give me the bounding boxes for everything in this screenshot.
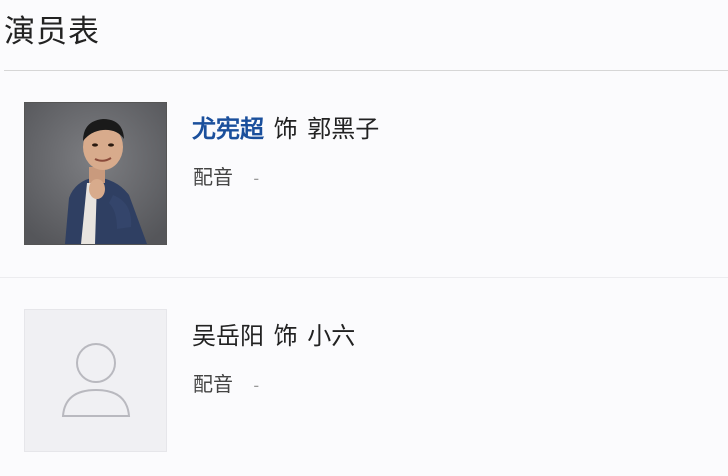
cast-list: 尤宪超 饰 郭黑子 配音 - 吴岳阳 饰 小六 配音 - <box>0 71 728 476</box>
actor-photo-icon <box>25 103 166 244</box>
dub-label: 配音 <box>193 372 233 396</box>
cast-list-page: 演员表 尤宪超 饰 郭黑子 配音 - 吴岳阳 饰 小六 配音 - <box>0 0 728 476</box>
character-name: 小六 <box>307 322 356 350</box>
dub-value: - <box>253 169 260 188</box>
actor-name[interactable]: 吴岳阳 <box>192 322 264 350</box>
role-line: 尤宪超 饰 郭黑子 <box>192 109 379 144</box>
actor-name-link[interactable]: 尤宪超 <box>192 115 264 143</box>
avatar-placeholder-icon <box>61 343 131 417</box>
actor-photo[interactable] <box>24 102 167 245</box>
as-word: 饰 <box>273 115 298 143</box>
role-line: 吴岳阳 饰 小六 <box>192 316 355 351</box>
dub-label: 配音 <box>193 165 233 189</box>
cast-item: 尤宪超 饰 郭黑子 配音 - <box>0 71 728 278</box>
dub-line: 配音 - <box>193 368 259 397</box>
dub-line: 配音 - <box>193 161 259 190</box>
dub-value: - <box>253 376 260 395</box>
section-title: 演员表 <box>4 14 100 50</box>
avatar-placeholder[interactable] <box>24 309 167 452</box>
cast-item: 吴岳阳 饰 小六 配音 - <box>0 278 728 476</box>
as-word: 饰 <box>273 322 298 350</box>
character-name: 郭黑子 <box>307 115 380 143</box>
